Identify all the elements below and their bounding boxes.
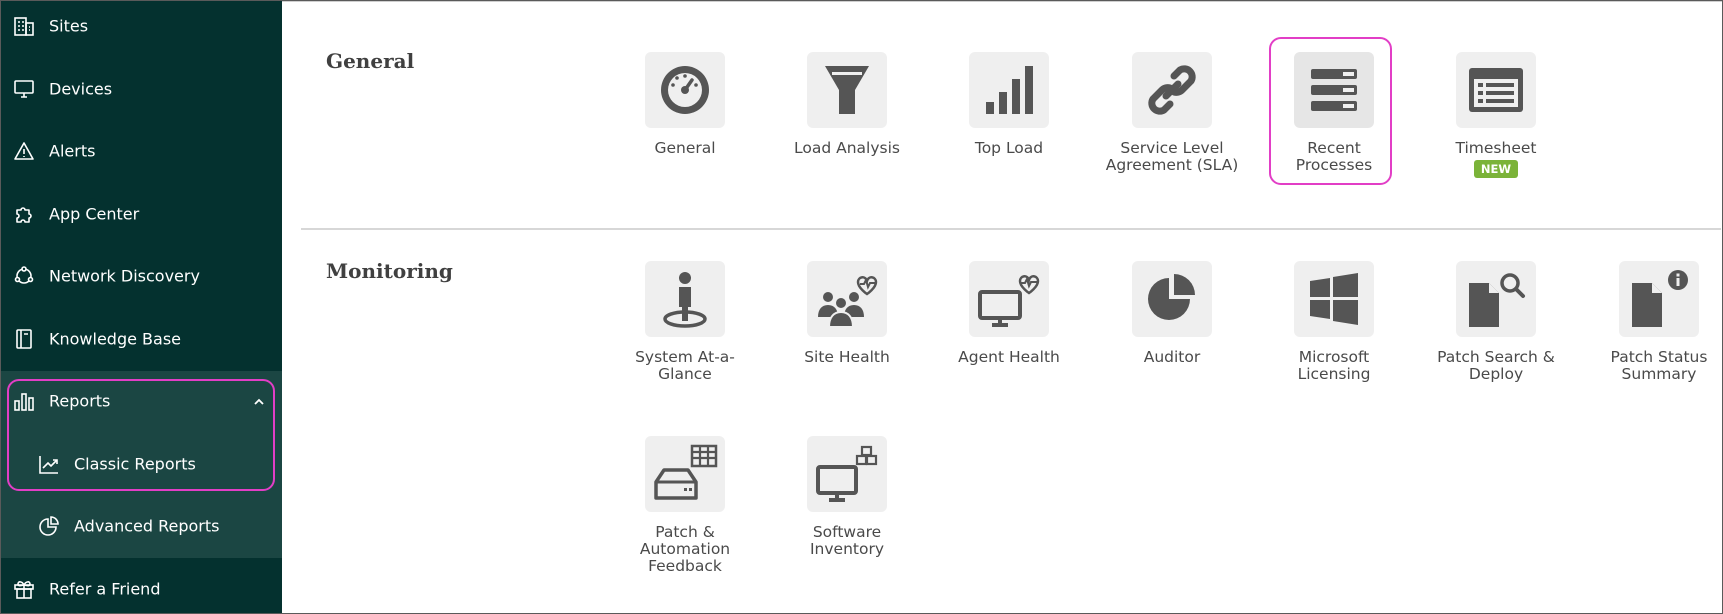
tile-label: System At-a-Glance bbox=[635, 348, 735, 383]
pie-chart-icon bbox=[38, 515, 60, 537]
monitor-boxes-icon bbox=[807, 436, 887, 512]
tile-label: Service Level Agreement (SLA) bbox=[1105, 139, 1239, 174]
building-icon bbox=[13, 15, 35, 37]
sidebar-item-alerts[interactable]: Alerts bbox=[0, 129, 282, 173]
section-divider bbox=[301, 228, 1721, 230]
windows-icon bbox=[1294, 261, 1374, 337]
link-icon bbox=[1132, 52, 1212, 128]
sidebar-item-label: Alerts bbox=[49, 141, 96, 161]
sidebar-item-label: Network Discovery bbox=[49, 266, 200, 286]
tile-label: Load Analysis bbox=[794, 139, 900, 157]
section-title-monitoring: Monitoring bbox=[326, 259, 453, 283]
signal-bars-icon bbox=[969, 52, 1049, 128]
sidebar-item-label: Devices bbox=[49, 79, 113, 99]
group-heart-icon bbox=[807, 261, 887, 337]
tile-label: Top Load bbox=[974, 139, 1044, 157]
tile-label: General bbox=[654, 139, 716, 157]
doc-info-icon bbox=[1619, 261, 1699, 337]
recent-processes-highlight-outline bbox=[1269, 37, 1392, 185]
tile-label: Auditor bbox=[1143, 348, 1201, 366]
sidebar-item-label: Advanced Reports bbox=[74, 516, 220, 536]
sidebar-item-sites[interactable]: Sites bbox=[0, 4, 282, 48]
tile-label: Patch Search & Deploy bbox=[1437, 348, 1555, 383]
sidebar-item-refer-a-friend[interactable]: Refer a Friend bbox=[0, 567, 282, 611]
sidebar-item-app-center[interactable]: App Center bbox=[0, 192, 282, 236]
monitor-icon bbox=[13, 78, 35, 100]
timesheet-icon bbox=[1456, 52, 1536, 128]
tile-label: Site Health bbox=[804, 348, 890, 366]
tile-label: Agent Health bbox=[958, 348, 1060, 366]
network-icon bbox=[13, 265, 35, 287]
sidebar-item-label: Sites bbox=[49, 16, 89, 36]
tile-label: Microsoft Licensing bbox=[1297, 348, 1371, 383]
pie-chart-icon bbox=[1132, 261, 1212, 337]
sidebar-item-devices[interactable]: Devices bbox=[0, 67, 282, 111]
sidebar-item-advanced-reports[interactable]: Advanced Reports bbox=[0, 504, 282, 548]
section-title-general: General bbox=[326, 49, 415, 73]
gift-icon bbox=[13, 578, 35, 600]
book-icon bbox=[13, 328, 35, 350]
tile-label: Patch Status Summary bbox=[1610, 348, 1708, 383]
puzzle-icon bbox=[13, 203, 35, 225]
tile-label: Patch & Automation Feedback bbox=[639, 523, 731, 575]
tile-label: Software Inventory bbox=[809, 523, 885, 558]
tile-label-text: Timesheet bbox=[1455, 139, 1537, 157]
sidebar-item-label: Knowledge Base bbox=[49, 329, 181, 349]
sidebar-item-label: Refer a Friend bbox=[49, 579, 161, 599]
reports-highlight-outline bbox=[7, 379, 275, 491]
monitor-heart-icon bbox=[969, 261, 1049, 337]
person-pin-icon bbox=[645, 261, 725, 337]
sidebar-item-network-discovery[interactable]: Network Discovery bbox=[0, 254, 282, 298]
gauge-icon bbox=[645, 52, 725, 128]
doc-search-icon bbox=[1456, 261, 1536, 337]
tile-label: Timesheet NEW bbox=[1421, 140, 1571, 178]
top-border bbox=[282, 0, 1723, 2]
drive-table-icon bbox=[645, 436, 725, 512]
sidebar: Sites Devices Alerts App Center Network … bbox=[0, 0, 282, 614]
alert-triangle-icon bbox=[13, 140, 35, 162]
sidebar-item-label: App Center bbox=[49, 204, 140, 224]
funnel-icon bbox=[807, 52, 887, 128]
sidebar-item-knowledge-base[interactable]: Knowledge Base bbox=[0, 317, 282, 361]
new-badge: NEW bbox=[1473, 160, 1519, 178]
